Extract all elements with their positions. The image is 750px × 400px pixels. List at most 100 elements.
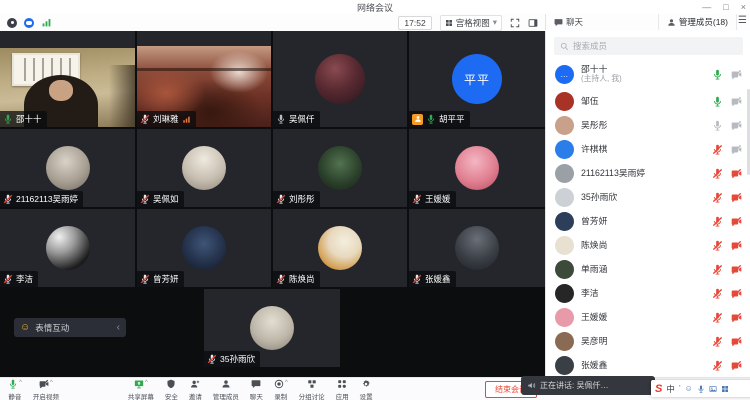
mic-off-icon xyxy=(412,194,422,204)
camera-off-icon[interactable] xyxy=(731,288,742,299)
mic-on-icon xyxy=(426,114,436,124)
ime-punctuation-toggle[interactable]: ’ xyxy=(679,384,681,393)
member-row[interactable]: 许棋棋 xyxy=(546,137,750,161)
minimize-button[interactable]: — xyxy=(702,2,711,12)
video-tile[interactable]: 曾芳妍 xyxy=(137,209,271,287)
video-grid: 邵十十 刘琳雅 吴佩仟 平平 胡平平 xyxy=(0,31,545,377)
video-tile[interactable]: 张媛鑫 xyxy=(409,209,545,287)
camera-off-icon[interactable] xyxy=(731,312,742,323)
breakout-rooms-button[interactable]: 分组讨论 xyxy=(299,379,325,400)
view-mode-button[interactable]: 宫格视图 ▾ xyxy=(440,15,502,31)
member-row[interactable]: 张媛鑫 xyxy=(546,353,750,377)
member-avatar xyxy=(555,308,574,327)
layout-panel-icon[interactable] xyxy=(528,18,538,28)
mic-off-icon xyxy=(412,274,422,284)
chat-button[interactable]: 聊天 xyxy=(250,379,263,400)
settings-button[interactable]: 设置 xyxy=(360,379,373,400)
mic-muted-icon[interactable] xyxy=(712,192,723,203)
video-tile[interactable]: 平平 胡平平 xyxy=(409,31,545,127)
member-row[interactable]: 王媛媛 xyxy=(546,305,750,329)
recording-indicator-icon[interactable] xyxy=(7,18,17,28)
video-tile[interactable]: 21162113吴雨婷 xyxy=(0,129,135,207)
tab-manage-members[interactable]: 管理成员(18) xyxy=(658,14,737,30)
camera-off-icon[interactable] xyxy=(731,192,742,203)
participant-name: 王媛媛 xyxy=(425,193,451,205)
skin-image-icon[interactable] xyxy=(709,385,717,393)
camera-off-icon[interactable] xyxy=(731,336,742,347)
ime-toolbar[interactable]: S 中 ’ ☺ xyxy=(651,380,750,397)
camera-off-icon[interactable] xyxy=(731,168,742,179)
ime-mode-toggle[interactable]: 中 xyxy=(666,383,675,395)
emoji-picker-icon[interactable]: ☺ xyxy=(685,384,693,393)
member-row[interactable]: 李洁 xyxy=(546,281,750,305)
tab-chat[interactable]: 聊天 xyxy=(546,14,591,30)
participant-name: 胡平平 xyxy=(439,113,465,125)
member-row[interactable]: 21162113吴雨婷 xyxy=(546,161,750,185)
mic-muted-icon[interactable] xyxy=(712,336,723,347)
network-signal-icon[interactable] xyxy=(41,17,52,28)
camera-off-icon[interactable] xyxy=(731,120,742,131)
mic-muted-icon[interactable] xyxy=(712,216,723,227)
voice-input-icon[interactable] xyxy=(697,385,705,393)
ime-toolbox-icon[interactable] xyxy=(721,385,729,393)
mic-muted-icon[interactable] xyxy=(712,312,723,323)
mic-off-icon xyxy=(3,274,13,284)
video-tile[interactable]: 35孙雨欣 xyxy=(204,289,340,367)
meeting-toolbar: 17:52 宫格视图 ▾ 聊天 管理成员(18) ☰ xyxy=(0,14,750,32)
collapse-arrow-icon[interactable]: ‹ xyxy=(117,322,120,333)
maximize-button[interactable]: □ xyxy=(723,2,728,12)
mic-icon xyxy=(8,379,18,389)
mic-muted-icon[interactable] xyxy=(712,288,723,299)
camera-off-icon[interactable] xyxy=(731,144,742,155)
security-button[interactable]: 安全 xyxy=(165,379,178,400)
member-row[interactable]: 吴彤彤 xyxy=(546,113,750,137)
mic-on-icon[interactable] xyxy=(712,96,723,107)
mic-on-icon[interactable] xyxy=(712,69,723,80)
camera-off-icon[interactable] xyxy=(731,216,742,227)
member-row[interactable]: 曾芳妍 xyxy=(546,209,750,233)
member-name: 李洁 xyxy=(581,288,599,298)
member-row[interactable]: 吴彦明 xyxy=(546,329,750,353)
video-tile[interactable]: 陈焕尚 xyxy=(273,209,407,287)
camera-off-icon[interactable] xyxy=(731,360,742,371)
video-tile[interactable]: 王媛媛 xyxy=(409,129,545,207)
member-row[interactable]: … 邵十十(主持人, 我) xyxy=(546,59,750,89)
member-row[interactable]: 单雨涵 xyxy=(546,257,750,281)
mic-muted-icon[interactable] xyxy=(712,168,723,179)
fullscreen-icon[interactable] xyxy=(510,18,520,28)
video-tile[interactable]: 刘彤彤 xyxy=(273,129,407,207)
panel-menu-icon[interactable]: ☰ xyxy=(738,15,747,26)
share-screen-button[interactable]: ^ 共享屏幕 xyxy=(128,379,154,400)
mic-muted-icon[interactable] xyxy=(712,144,723,155)
video-tile[interactable]: 吴佩仟 xyxy=(273,31,407,127)
member-row[interactable]: 35孙雨欣 xyxy=(546,185,750,209)
manage-members-button[interactable]: 管理成员 xyxy=(213,379,239,400)
camera-off-icon[interactable] xyxy=(731,240,742,251)
participant-avatar xyxy=(455,146,499,190)
video-tile[interactable]: 李洁 xyxy=(0,209,135,287)
camera-off-icon[interactable] xyxy=(731,69,742,80)
camera-off-icon[interactable] xyxy=(731,264,742,275)
emoji-reaction-pill[interactable]: ☺ 表情互动 ‹ xyxy=(14,318,126,337)
mic-muted-icon[interactable] xyxy=(712,240,723,251)
member-row[interactable]: 陈焕尚 xyxy=(546,233,750,257)
search-input[interactable]: 搜索成员 xyxy=(554,37,743,55)
hand-raised-badge xyxy=(412,114,423,125)
sogou-logo-icon[interactable]: S xyxy=(655,383,662,395)
meeting-app-badge-icon[interactable] xyxy=(24,18,34,28)
start-video-button[interactable]: ^ 开启视频 xyxy=(33,379,59,400)
apps-button[interactable]: 应用 xyxy=(336,379,349,400)
mute-button[interactable]: ^ 静音 xyxy=(8,379,22,400)
meeting-timer: 17:52 xyxy=(398,16,431,30)
record-button[interactable]: ^ 录制 xyxy=(274,379,288,400)
video-tile[interactable]: 邵十十 xyxy=(0,31,135,127)
camera-off-icon[interactable] xyxy=(731,96,742,107)
mic-idle-icon[interactable] xyxy=(712,120,723,131)
mic-muted-icon[interactable] xyxy=(712,360,723,371)
close-button[interactable]: × xyxy=(741,2,746,12)
video-tile[interactable]: 吴佩如 xyxy=(137,129,271,207)
invite-button[interactable]: 邀请 xyxy=(189,379,202,400)
member-row[interactable]: 邹伍 xyxy=(546,89,750,113)
video-tile[interactable]: 刘琳雅 xyxy=(137,31,271,127)
mic-muted-icon[interactable] xyxy=(712,264,723,275)
